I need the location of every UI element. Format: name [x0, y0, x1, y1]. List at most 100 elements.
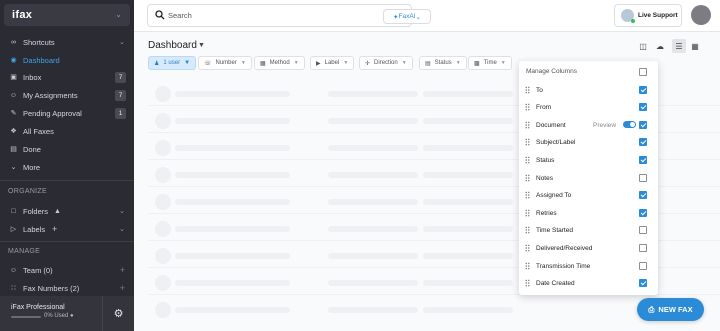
- column-checkbox[interactable]: [639, 103, 647, 111]
- sidebar-item-done[interactable]: ▤ Done: [0, 141, 134, 157]
- column-checkbox[interactable]: [639, 156, 647, 164]
- column-checkbox[interactable]: [639, 279, 647, 287]
- drag-handle-icon[interactable]: [525, 279, 530, 287]
- columns-icon[interactable]: ◫: [636, 39, 650, 53]
- column-option-retries[interactable]: Retries: [525, 207, 650, 219]
- caret-down-icon: ▼: [293, 60, 299, 66]
- add-icon[interactable]: +: [120, 265, 125, 275]
- filter-status[interactable]: ▤ Status ▼: [419, 56, 467, 70]
- gear-icon[interactable]: ⚙: [102, 296, 134, 331]
- sidebar-item-label: Inbox: [23, 72, 42, 82]
- live-support-button[interactable]: Live Support: [614, 4, 682, 27]
- sidebar-item-pending-approval[interactable]: ✎ Pending Approval 1: [0, 105, 134, 121]
- column-checkbox[interactable]: [639, 244, 647, 252]
- filter-time[interactable]: ▩ Time ▼: [468, 56, 512, 70]
- column-option-time-started[interactable]: Time Started: [525, 224, 650, 236]
- list-view-icon[interactable]: ☰: [672, 39, 686, 53]
- dashboard-icon: ◉: [10, 56, 17, 64]
- sidebar-item-labels[interactable]: ▷ Labels + ⌄: [0, 221, 134, 237]
- sidebar-item-more[interactable]: ⌄ More: [0, 159, 134, 175]
- user-avatar[interactable]: [691, 5, 711, 25]
- cloud-download-icon[interactable]: ☁: [653, 39, 667, 53]
- count-badge: 7: [115, 71, 126, 83]
- sidebar-item-fax-numbers[interactable]: ∷ Fax Numbers (2) +: [0, 280, 134, 296]
- column-option-from[interactable]: From: [525, 101, 650, 113]
- column-checkbox[interactable]: [639, 209, 647, 217]
- divider: [0, 241, 134, 242]
- preview-toggle[interactable]: [623, 121, 636, 128]
- chevron-down-icon: ⌄: [115, 10, 122, 19]
- section-heading-organize: ORGANIZE: [8, 188, 47, 195]
- sidebar-item-label: Shortcuts: [23, 37, 55, 47]
- drag-handle-icon[interactable]: [525, 191, 530, 199]
- column-checkbox[interactable]: [639, 138, 647, 146]
- column-checkbox[interactable]: [639, 262, 647, 270]
- grid-view-icon[interactable]: ▦: [688, 39, 702, 53]
- info-icon: ●: [70, 313, 74, 319]
- sidebar-item-all-faxes[interactable]: ❖ All Faxes: [0, 123, 134, 139]
- drag-handle-icon[interactable]: [525, 209, 530, 217]
- drag-handle-icon[interactable]: [525, 121, 530, 129]
- chevron-down-icon: ⌄: [119, 208, 125, 215]
- account-switcher[interactable]: ifax ⌄: [4, 4, 130, 26]
- sidebar-item-label: More: [23, 162, 41, 172]
- sidebar-item-my-assignments[interactable]: ☺ My Assignments 7: [0, 87, 134, 103]
- topbar: Search ✦ FaxAI ⌄ Live Support: [134, 0, 720, 32]
- sidebar-item-folders[interactable]: □ Folders ▲ ⌄: [0, 203, 134, 219]
- sidebar-item-label: Fax Numbers (2): [23, 283, 80, 293]
- drag-handle-icon[interactable]: [525, 156, 530, 164]
- column-option-document[interactable]: Document Preview: [525, 119, 650, 131]
- sidebar-item-dashboard[interactable]: ◉ Dashboard: [0, 52, 134, 68]
- caret-down-icon[interactable]: ▼: [198, 42, 205, 49]
- section-heading-manage: MANAGE: [8, 248, 41, 255]
- column-checkbox[interactable]: [639, 174, 647, 182]
- sidebar-item-team[interactable]: ☺ Team (0) +: [0, 262, 134, 278]
- drag-handle-icon[interactable]: [525, 86, 530, 94]
- column-option-status[interactable]: Status: [525, 154, 650, 166]
- sidebar-item-label: Folders: [23, 206, 49, 216]
- select-all-checkbox[interactable]: [639, 68, 647, 76]
- faxai-button[interactable]: ✦ FaxAI ⌄: [383, 9, 431, 24]
- column-checkbox[interactable]: [639, 191, 647, 199]
- sidebar-item-inbox[interactable]: ▣ Inbox 7: [0, 69, 134, 85]
- sidebar-item-shortcuts[interactable]: ∞ Shortcuts ⌄: [0, 34, 134, 50]
- label-icon: ▶: [316, 60, 321, 67]
- preview-label: Preview: [593, 121, 617, 129]
- page-title[interactable]: Dashboard: [148, 40, 197, 51]
- online-status-dot: [631, 19, 635, 23]
- app-logo: ifax: [12, 9, 33, 21]
- search-icon: [155, 10, 165, 20]
- filter-direction[interactable]: ✛ Direction ▼: [359, 56, 413, 70]
- phone-icon: ☏: [204, 60, 212, 67]
- drag-handle-icon[interactable]: [525, 103, 530, 111]
- drag-handle-icon[interactable]: [525, 138, 530, 146]
- filter-method[interactable]: ▦ Method ▼: [254, 56, 305, 70]
- add-label-icon[interactable]: +: [50, 224, 59, 234]
- filter-label[interactable]: ▶ Label ▼: [310, 56, 355, 70]
- column-checkbox[interactable]: [639, 86, 647, 94]
- search-input[interactable]: Search ✦ FaxAI ⌄: [147, 4, 431, 27]
- drag-handle-icon[interactable]: [525, 174, 530, 182]
- chevron-down-icon: ⌄: [415, 13, 421, 21]
- column-checkbox[interactable]: [639, 121, 647, 129]
- usage-text: 0% Used ●: [44, 313, 74, 319]
- column-option-subject-label[interactable]: Subject/Label: [525, 136, 650, 148]
- column-option-notes[interactable]: Notes: [525, 172, 650, 184]
- column-option-delivered-received[interactable]: Delivered/Received: [525, 242, 650, 254]
- add-icon[interactable]: +: [120, 283, 125, 293]
- column-option-transmission-time[interactable]: Transmission Time: [525, 260, 650, 272]
- folder-icon: □: [11, 207, 16, 215]
- new-fax-button[interactable]: ⎙ NEW FAX: [637, 298, 704, 321]
- column-option-assigned-to[interactable]: Assigned To: [525, 189, 650, 201]
- drag-handle-icon[interactable]: [525, 226, 530, 234]
- filter-number[interactable]: ☏ Number ▼: [198, 56, 252, 70]
- filter-users[interactable]: ♟ 1 user ▼: [148, 56, 197, 70]
- column-option-date-created[interactable]: Date Created: [525, 277, 650, 289]
- count-badge: 7: [115, 89, 126, 101]
- caret-down-icon: ▼: [343, 60, 349, 66]
- column-checkbox[interactable]: [639, 226, 647, 234]
- drag-handle-icon[interactable]: [525, 244, 530, 252]
- column-option-to[interactable]: To: [525, 84, 650, 96]
- drag-handle-icon[interactable]: [525, 262, 530, 270]
- done-icon: ▤: [10, 145, 17, 153]
